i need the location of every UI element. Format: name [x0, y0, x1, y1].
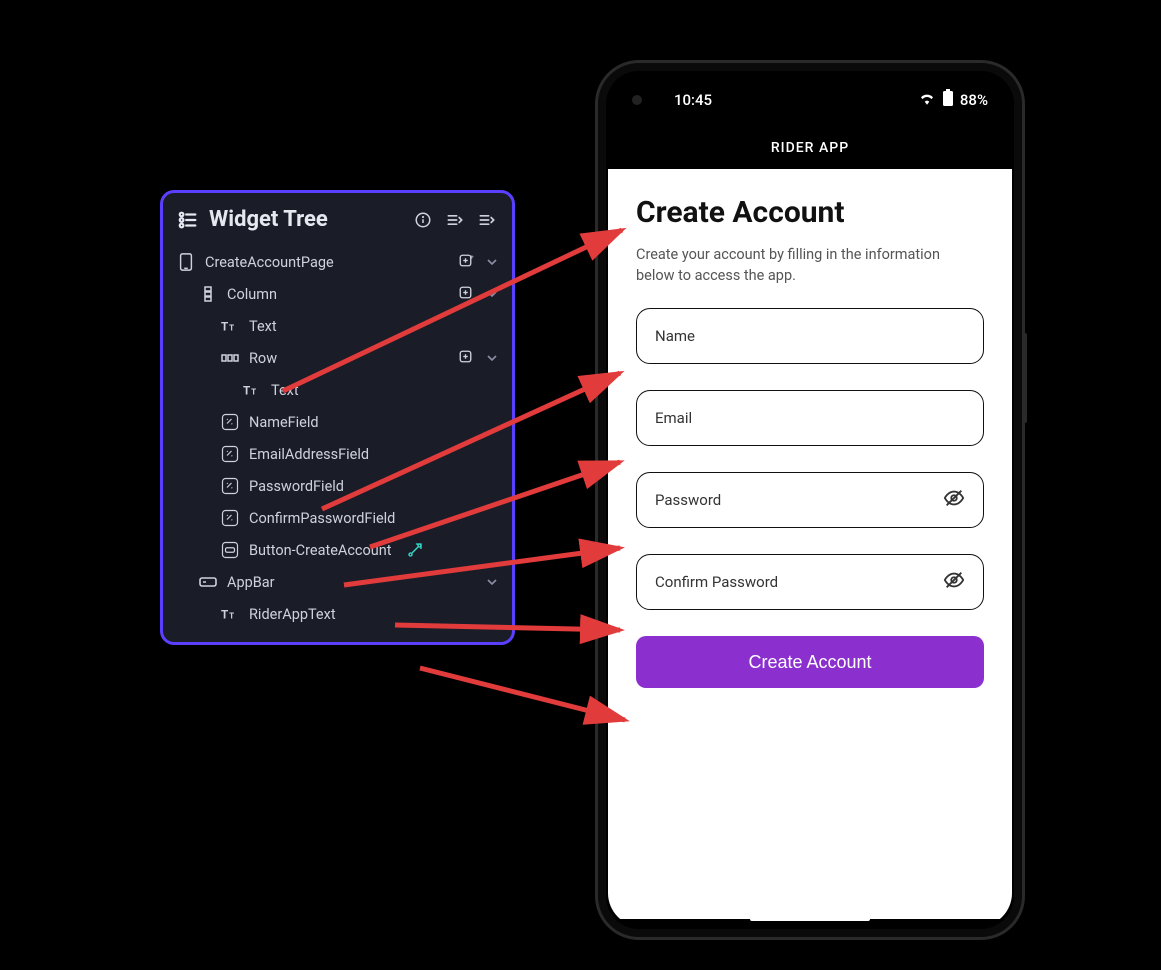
screen-subtitle: Create your account by filling in the in… — [636, 244, 976, 286]
home-indicator — [750, 917, 870, 921]
appbar-icon — [199, 573, 217, 591]
visibility-off-icon[interactable] — [943, 487, 965, 513]
wifi-icon — [918, 91, 936, 109]
tree-item-create-account-page[interactable]: CreateAccountPage + — [169, 246, 506, 278]
tree-item-label: RiderAppText — [249, 606, 336, 623]
tree-item-label: Text — [249, 318, 277, 335]
page-icon — [177, 253, 195, 271]
tree-item-label: CreateAccountPage — [205, 254, 334, 271]
app-bar-title: RIDER APP — [771, 140, 849, 156]
expand-all-icon[interactable] — [476, 209, 498, 231]
tree-item-text-1[interactable]: TT Text — [169, 310, 506, 342]
tree-item-button-create-account[interactable]: Button-CreateAccount — [169, 534, 506, 566]
chevron-down-icon[interactable] — [486, 352, 498, 364]
svg-text:T: T — [251, 387, 256, 397]
email-field[interactable]: Email — [636, 390, 984, 446]
add-icon[interactable] — [458, 349, 476, 367]
tree-item-label: Column — [227, 286, 277, 303]
widget-tree-header: Widget Tree — [163, 193, 512, 242]
tree-item-label: Button-CreateAccount — [249, 542, 392, 559]
text-icon: TT — [221, 605, 239, 623]
collapse-all-icon[interactable] — [444, 209, 466, 231]
create-account-button[interactable]: Create Account — [636, 636, 984, 688]
confirm-password-field[interactable]: Confirm Password — [636, 554, 984, 610]
screen-title: Create Account — [636, 195, 984, 230]
tree-item-name-field[interactable]: NameField — [169, 406, 506, 438]
chevron-down-icon[interactable] — [486, 576, 498, 588]
visibility-off-icon[interactable] — [943, 569, 965, 595]
camera-dot — [632, 95, 642, 105]
status-bar: 10:45 88% — [608, 73, 1012, 127]
tree-item-label: EmailAddressField — [249, 446, 369, 463]
row-icon — [221, 349, 239, 367]
widget-tree-panel: Widget Tree CreateAccountPage + — [160, 190, 515, 645]
info-icon[interactable] — [412, 209, 434, 231]
cta-label: Create Account — [748, 652, 871, 673]
tree-item-label: PasswordField — [249, 478, 344, 495]
tree-item-appbar[interactable]: AppBar — [169, 566, 506, 598]
column-icon — [199, 285, 217, 303]
textfield-icon — [221, 477, 239, 495]
widget-tree-list: CreateAccountPage + Column TT — [163, 242, 512, 642]
field-placeholder: Password — [655, 491, 721, 509]
text-icon: TT — [221, 317, 239, 335]
chevron-down-icon[interactable] — [486, 288, 498, 300]
tree-item-label: Text — [271, 382, 299, 399]
chevron-down-icon[interactable] — [486, 256, 498, 268]
svg-text:+: + — [470, 253, 474, 261]
tree-item-label: AppBar — [227, 574, 275, 591]
textfield-icon — [221, 509, 239, 527]
action-icon — [406, 541, 424, 559]
add-icon[interactable] — [458, 285, 476, 303]
phone-screen: 10:45 88% RIDER APP Create Account Creat… — [608, 73, 1012, 927]
field-placeholder: Confirm Password — [655, 573, 778, 591]
battery-text: 88% — [960, 91, 988, 109]
tree-item-label: Row — [249, 350, 277, 367]
svg-text:T: T — [229, 611, 234, 621]
tree-item-rider-app-text[interactable]: TT RiderAppText — [169, 598, 506, 630]
tree-item-text-2[interactable]: TT Text — [169, 374, 506, 406]
textfield-icon — [221, 413, 239, 431]
add-icon[interactable]: + — [458, 253, 476, 271]
app-bar: RIDER APP — [608, 127, 1012, 169]
text-icon: TT — [243, 381, 261, 399]
field-placeholder: Email — [655, 409, 692, 427]
svg-text:T: T — [221, 320, 229, 334]
password-field[interactable]: Password — [636, 472, 984, 528]
screen-body: Create Account Create your account by fi… — [608, 169, 1012, 919]
tree-item-email-field[interactable]: EmailAddressField — [169, 438, 506, 470]
svg-text:T: T — [229, 323, 234, 333]
widget-tree-title: Widget Tree — [209, 207, 402, 232]
svg-text:T: T — [243, 384, 251, 398]
phone-frame: 10:45 88% RIDER APP Create Account Creat… — [595, 60, 1025, 940]
tree-item-label: ConfirmPasswordField — [249, 510, 395, 527]
button-icon — [221, 541, 239, 559]
tree-item-password-field[interactable]: PasswordField — [169, 470, 506, 502]
svg-text:T: T — [221, 608, 229, 622]
tree-icon — [177, 209, 199, 231]
status-time: 10:45 — [674, 91, 712, 109]
name-field[interactable]: Name — [636, 308, 984, 364]
phone-side-button — [1023, 333, 1027, 423]
tree-item-label: NameField — [249, 414, 319, 431]
battery-icon — [942, 89, 954, 111]
tree-item-confirm-password-field[interactable]: ConfirmPasswordField — [169, 502, 506, 534]
textfield-icon — [221, 445, 239, 463]
tree-item-column[interactable]: Column — [169, 278, 506, 310]
field-placeholder: Name — [655, 327, 695, 345]
tree-item-row[interactable]: Row — [169, 342, 506, 374]
